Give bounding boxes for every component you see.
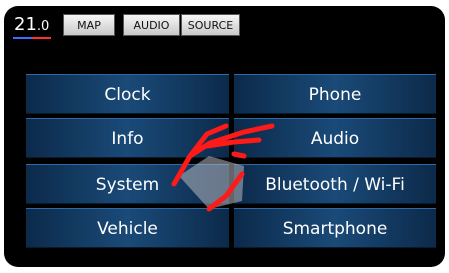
menu-system-button[interactable]: System — [26, 164, 229, 204]
menu-bluetooth-wifi-button[interactable]: Bluetooth / Wi-Fi — [234, 164, 436, 204]
temperature-decimal: .0 — [36, 19, 50, 34]
menu-smartphone-button[interactable]: Smartphone — [234, 208, 436, 248]
infotainment-screen: 21.0 MAP AUDIO SOURCE Clock Phone Info A… — [4, 6, 445, 267]
source-button[interactable]: SOURCE — [181, 14, 240, 36]
top-bar: 21.0 MAP AUDIO SOURCE — [4, 6, 445, 42]
menu-clock-button[interactable]: Clock — [26, 74, 229, 114]
audio-top-button[interactable]: AUDIO — [123, 14, 180, 36]
temperature-indicator-bar — [13, 37, 51, 39]
map-button[interactable]: MAP — [63, 14, 115, 36]
menu-vehicle-button[interactable]: Vehicle — [26, 208, 229, 248]
menu-info-button[interactable]: Info — [26, 118, 229, 158]
menu-audio-button[interactable]: Audio — [234, 118, 436, 158]
temperature-value: 21 — [14, 14, 37, 35]
menu-phone-button[interactable]: Phone — [234, 74, 436, 114]
temperature-readout: 21.0 — [14, 15, 49, 37]
